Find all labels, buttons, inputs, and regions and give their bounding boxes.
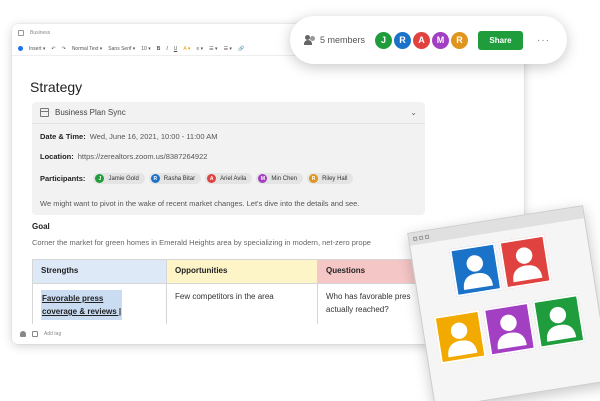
text-color-button[interactable]: A ▾ bbox=[183, 46, 190, 52]
meeting-participants-row: Participants: J Jamie Gold R Rasha Bitar A… bbox=[40, 173, 354, 184]
text-style-dropdown[interactable]: Normal Text ▾ bbox=[72, 46, 102, 52]
tag-icon[interactable] bbox=[32, 331, 38, 337]
date-value: Wed, June 16, 2021, 10:00 - 11:00 AM bbox=[89, 132, 218, 141]
goal-text[interactable]: Corner the market for green homes in Eme… bbox=[32, 238, 371, 247]
participant-name: Min Chen bbox=[271, 175, 298, 182]
reminder-bell-icon[interactable] bbox=[20, 331, 26, 337]
participant-video-tile[interactable] bbox=[449, 242, 503, 298]
avatar: J bbox=[95, 174, 105, 183]
notebook-breadcrumb[interactable]: Business bbox=[30, 30, 50, 36]
participant-chip[interactable]: A Ariel Avila bbox=[205, 173, 253, 184]
table-header-strengths[interactable]: Strengths bbox=[32, 259, 167, 284]
font-family-dropdown[interactable]: Sans Serif ▾ bbox=[108, 46, 135, 52]
bullet-list-button[interactable]: ≡ ▾ bbox=[196, 46, 203, 52]
numbered-list-button[interactable]: ☰ ▾ bbox=[209, 46, 217, 52]
avatar[interactable]: M bbox=[432, 31, 450, 49]
table-header-row: Strengths Opportunities Questions bbox=[32, 259, 468, 284]
participant-chip[interactable]: J Jamie Gold bbox=[93, 173, 145, 184]
cell-text: actually reached? bbox=[326, 305, 389, 314]
avatar[interactable]: R bbox=[394, 31, 412, 49]
more-options-icon[interactable]: ··· bbox=[537, 35, 550, 46]
member-avatars: J R A M R bbox=[375, 31, 469, 49]
participant-video-tile[interactable] bbox=[433, 309, 487, 365]
cell-text: Favorable press bbox=[42, 294, 104, 303]
chevron-down-icon[interactable]: ⌄ bbox=[410, 108, 417, 117]
avatar[interactable]: A bbox=[413, 31, 431, 49]
meeting-title: Business Plan Sync bbox=[55, 108, 126, 117]
add-tag-button[interactable]: Add tag bbox=[44, 331, 61, 337]
people-icon bbox=[304, 35, 316, 45]
participant-chip[interactable]: R Rasha Bitar bbox=[148, 173, 202, 184]
person-icon bbox=[448, 322, 478, 358]
expand-icon[interactable] bbox=[18, 30, 24, 36]
members-count[interactable]: 5 members bbox=[320, 35, 365, 45]
share-bar: 5 members J R A M R Share ··· bbox=[290, 16, 567, 64]
participant-name: Riley Hall bbox=[322, 175, 348, 182]
share-button[interactable]: Share bbox=[478, 30, 524, 50]
avatar[interactable]: R bbox=[451, 31, 469, 49]
participant-chip[interactable]: R Riley Hall bbox=[307, 173, 354, 184]
avatar: R bbox=[309, 174, 319, 183]
participant-chip[interactable]: M Min Chen bbox=[256, 173, 304, 184]
calendar-icon bbox=[40, 108, 49, 117]
participant-video-tile[interactable] bbox=[532, 294, 586, 349]
date-label: Date & Time: bbox=[40, 132, 86, 141]
cell-text: coverage & reviews | bbox=[42, 307, 122, 316]
table-header-opportunities[interactable]: Opportunities bbox=[166, 259, 318, 284]
avatar: M bbox=[258, 174, 268, 183]
table-row: Favorable press coverage & reviews | Few … bbox=[32, 283, 468, 327]
goal-heading[interactable]: Goal bbox=[32, 222, 50, 231]
bold-button[interactable]: B bbox=[157, 46, 161, 52]
meeting-card: Business Plan Sync ⌄ Date & Time: Wed, J… bbox=[32, 102, 425, 215]
cell-text: Few competitors in the area bbox=[175, 292, 274, 301]
participant-name: Rasha Bitar bbox=[163, 175, 196, 182]
person-icon bbox=[463, 255, 494, 291]
avatar: A bbox=[207, 174, 217, 183]
insert-menu[interactable]: Insert ▾ bbox=[29, 46, 45, 52]
note-title[interactable]: Strategy bbox=[30, 79, 82, 95]
avatar[interactable]: J bbox=[375, 31, 393, 49]
participant-video-tile[interactable] bbox=[483, 301, 536, 357]
insert-plus-icon[interactable] bbox=[18, 46, 23, 51]
meeting-date-row: Date & Time: Wed, June 16, 2021, 10:00 -… bbox=[40, 132, 217, 141]
undo-button[interactable]: ↶ bbox=[51, 46, 55, 52]
avatar: R bbox=[150, 174, 160, 183]
participant-name: Jamie Gold bbox=[108, 175, 139, 182]
location-link[interactable]: https://zerealtors.zoom.us/8387264922 bbox=[78, 152, 208, 161]
underline-button[interactable]: U bbox=[174, 46, 178, 52]
person-icon bbox=[497, 314, 527, 350]
link-button[interactable]: 🔗 bbox=[238, 46, 244, 52]
person-icon bbox=[546, 306, 577, 342]
swot-table: Strengths Opportunities Questions Favora… bbox=[32, 259, 468, 327]
participant-name: Ariel Avila bbox=[220, 175, 247, 182]
meeting-location-row: Location: https://zerealtors.zoom.us/838… bbox=[40, 152, 207, 161]
person-icon bbox=[513, 247, 543, 283]
meeting-header[interactable]: Business Plan Sync ⌄ bbox=[32, 102, 425, 124]
location-label: Location: bbox=[40, 152, 74, 161]
table-cell[interactable]: Favorable press coverage & reviews | bbox=[32, 283, 167, 327]
redo-button[interactable]: ↷ bbox=[62, 46, 66, 52]
video-call-window bbox=[407, 205, 600, 401]
checklist-button[interactable]: ☰ ▾ bbox=[224, 46, 232, 52]
participant-video-tile[interactable] bbox=[498, 234, 552, 290]
table-cell[interactable]: Few competitors in the area bbox=[166, 283, 318, 327]
italic-button[interactable]: I bbox=[166, 46, 167, 52]
font-size-dropdown[interactable]: 10 ▾ bbox=[141, 46, 150, 52]
selected-text[interactable]: Favorable press coverage & reviews | bbox=[41, 290, 123, 320]
cell-text: Who has favorable pres bbox=[326, 292, 411, 301]
meeting-note[interactable]: We might want to pivot in the wake of re… bbox=[40, 199, 359, 208]
participants-label: Participants: bbox=[40, 174, 86, 183]
